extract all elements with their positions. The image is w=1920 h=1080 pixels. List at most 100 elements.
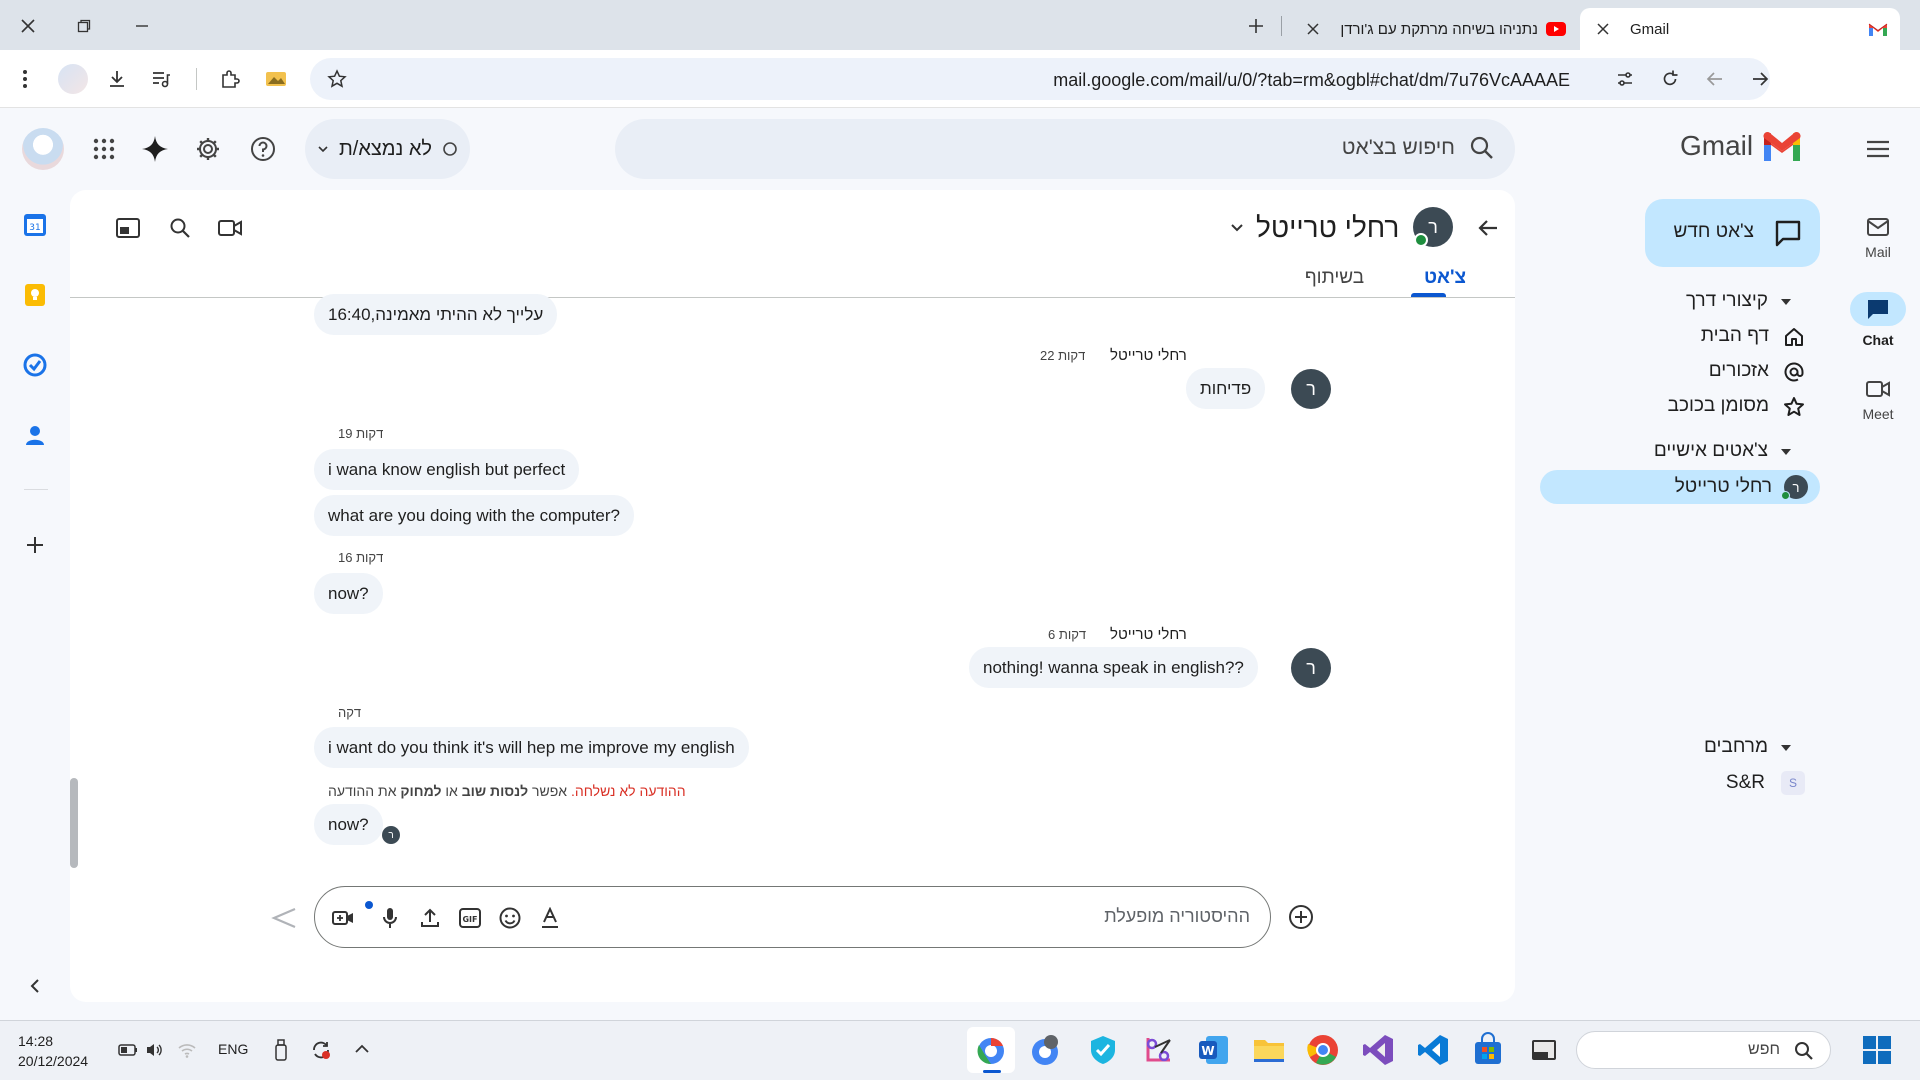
url-text[interactable]: mail.google.com/mail/u/0/?tab=rm&ogbl#ch… [1053,70,1570,91]
shortcut-starred[interactable]: מסומן בכוכב [1640,392,1805,422]
gemini-sparkle-icon[interactable] [137,131,173,167]
rail-meet[interactable]: Meet [1830,380,1920,422]
language-indicator[interactable]: ENG [218,1041,248,1057]
tab-close-icon[interactable] [1298,14,1328,44]
back-arrow-icon[interactable] [1700,64,1730,94]
add-attachment-icon[interactable] [1283,899,1319,935]
taskbar-vscode-icon[interactable] [1415,1032,1451,1068]
new-tab-button[interactable] [1240,12,1272,40]
tasks-icon[interactable] [23,353,47,377]
bookmark-star-icon[interactable] [322,64,352,94]
forward-arrow-icon[interactable] [1745,64,1775,94]
message-bubble[interactable]: i wana know english but perfect [314,449,580,490]
taskbar-file-explorer-icon[interactable] [1251,1032,1287,1068]
video-call-icon[interactable] [212,210,248,246]
message-bubble-failed[interactable]: now? [314,804,383,845]
volume-icon[interactable] [145,1042,163,1058]
search-in-chat-icon[interactable] [162,210,198,246]
new-chat-button[interactable]: צ'אט חדש [1645,199,1820,267]
windows-start-icon[interactable] [1862,1035,1892,1065]
taskbar-visual-studio-icon[interactable] [1360,1032,1396,1068]
send-icon[interactable] [266,900,302,936]
message-bubble[interactable]: what are you doing with the computer? [314,495,635,536]
settings-gear-icon[interactable] [190,131,226,167]
apps-grid-icon[interactable] [86,131,122,167]
avatar-letter: ר [1306,378,1316,399]
taskbar-terminal-icon[interactable] [1526,1032,1562,1068]
contacts-icon[interactable] [23,423,47,447]
taskbar-chrome-profile-icon[interactable] [1027,1032,1063,1068]
shortcut-mentions[interactable]: אזכורים [1640,357,1805,387]
download-icon[interactable] [102,64,132,94]
toolbar-divider [196,68,197,90]
microphone-icon[interactable] [373,901,407,935]
presence-dot [1781,491,1790,500]
upload-icon[interactable] [413,901,447,935]
message-bubble[interactable]: פדיחות [1186,368,1266,409]
taskbar-app-active[interactable] [967,1027,1015,1073]
tab-shared[interactable]: בשיתוף [1292,267,1377,289]
taskbar-defender-icon[interactable] [1085,1032,1121,1068]
tab-chat[interactable]: צ'אט [1410,267,1480,289]
extensions-icon[interactable] [215,64,245,94]
text-format-icon[interactable] [533,901,567,935]
address-bar[interactable]: mail.google.com/mail/u/0/?tab=rm&ogbl#ch… [310,58,1770,100]
gif-icon[interactable]: GIF [453,901,487,935]
shortcut-home[interactable]: דף הבית [1640,322,1805,352]
window-minimize-icon[interactable] [126,12,158,40]
taskbar-search[interactable]: חפש [1576,1031,1831,1069]
gmail-logo[interactable]: Gmail [1680,130,1803,162]
status-dropdown[interactable]: לא נמצא/ת [305,119,470,179]
message-bubble[interactable]: i want do you think it's will hep me imp… [314,727,749,768]
rail-mail[interactable]: Mail [1830,218,1920,260]
collapse-side-panel-icon[interactable] [20,971,50,1001]
add-app-icon[interactable] [20,530,50,560]
tab-youtube[interactable]: נתניהו בשיחה מרתקת עם ג'ורדן [1290,8,1576,50]
taskbar-word-icon[interactable]: W [1196,1032,1232,1068]
chevron-up-icon[interactable] [354,1044,370,1054]
rail-chat[interactable]: Chat [1830,292,1920,348]
shortcuts-section-header[interactable]: קיצורי דרך [1668,290,1798,314]
wifi-icon[interactable] [177,1042,197,1058]
chat-search-bar[interactable]: חיפוש בצ'אט [615,119,1515,179]
messages-scrollbar[interactable] [70,778,78,868]
taskbar-store-icon[interactable] [1470,1032,1506,1068]
main-menu-icon[interactable] [1860,131,1896,167]
retry-link[interactable]: לנסות שוב [462,783,528,799]
message-bubble[interactable]: nothing! wanna speak in english?? [969,647,1258,688]
help-icon[interactable] [245,131,281,167]
window-restore-icon[interactable] [68,12,100,40]
tab-gmail[interactable]: Gmail [1580,8,1900,50]
message-bubble[interactable]: now? [314,573,383,614]
open-in-popup-icon[interactable] [110,210,146,246]
profile-avatar[interactable] [58,64,88,94]
video-clip-icon[interactable] [327,901,361,935]
menu-kebab-icon[interactable] [10,64,40,94]
tabs-divider [70,297,1515,298]
keep-icon[interactable] [23,283,47,307]
battery-icon[interactable] [118,1043,138,1057]
sync-icon[interactable] [310,1039,332,1061]
spaces-section-header[interactable]: מרחבים [1660,736,1798,760]
extension-image-icon[interactable] [261,64,291,94]
media-controls-icon[interactable] [146,64,176,94]
dms-section-header[interactable]: צ'אטים אישיים [1620,440,1798,464]
calendar-icon[interactable]: 31 [23,213,47,237]
window-close-icon[interactable] [12,12,44,40]
contact-name-button[interactable]: רחלי טרייטל [1230,208,1399,248]
space-item[interactable]: S S&R [1640,769,1805,799]
site-settings-icon[interactable] [1610,64,1640,94]
reload-icon[interactable] [1655,64,1685,94]
message-composer[interactable]: ההיסטוריה מופעלת GIF [314,886,1271,948]
emoji-icon[interactable] [493,901,527,935]
delete-link[interactable]: למחוק [400,783,441,799]
usb-icon[interactable] [274,1039,288,1061]
account-avatar[interactable] [22,128,64,170]
taskbar-chrome-icon[interactable] [1305,1032,1341,1068]
message-bubble[interactable]: עלייך לא ההיתי מאמינה,16:40 [314,294,558,335]
taskbar-snipping-icon[interactable] [1140,1032,1176,1068]
dm-item-active[interactable]: ר רחלי טרייטל [1540,470,1820,504]
back-arrow-icon[interactable] [1470,210,1506,246]
clock[interactable]: 14:28 20/12/2024 [18,1031,88,1071]
tab-close-icon[interactable] [1588,14,1618,44]
